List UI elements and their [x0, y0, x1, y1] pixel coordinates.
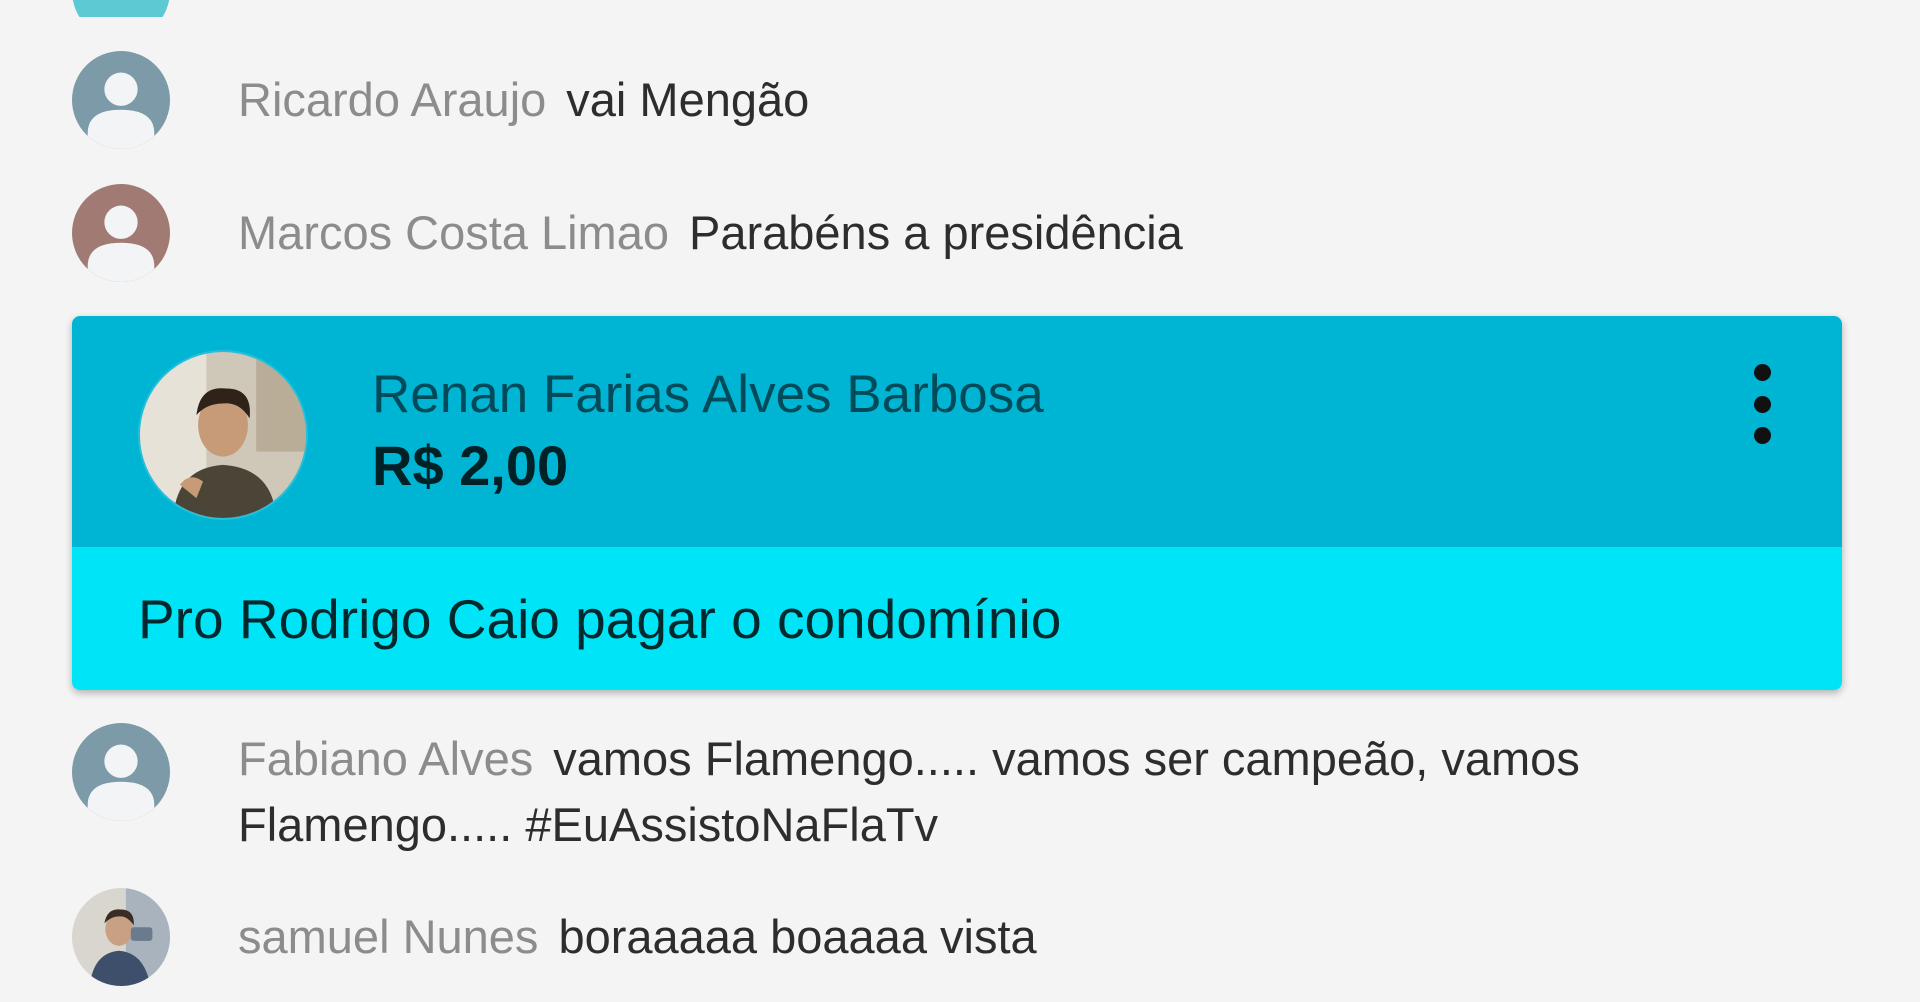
- menu-dot: [1753, 395, 1771, 413]
- super-chat-body: Pro Rodrigo Caio pagar o condomínio: [72, 547, 1842, 690]
- user-photo-avatar[interactable]: [138, 350, 308, 520]
- super-chat-header: Renan Farias Alves Barbosa R$ 2,00: [72, 316, 1842, 547]
- author-name[interactable]: Ricardo Araujo: [238, 73, 546, 126]
- default-avatar-icon: [72, 0, 170, 17]
- default-avatar-icon[interactable]: [72, 184, 170, 282]
- message-content: Ricardo Araujo vai Mengão: [238, 51, 1798, 133]
- default-avatar-icon[interactable]: [72, 723, 170, 821]
- chat-message: Marcos Costa Limao Parabéns a presidência: [72, 184, 1798, 282]
- super-chat-message: Pro Rodrigo Caio pagar o condomínio: [138, 588, 1062, 650]
- author-name[interactable]: samuel Nunes: [238, 910, 538, 963]
- live-chat: Ricardo Araujo vai Mengão Marcos Costa Li…: [0, 0, 1920, 1002]
- message-content: samuel Nunes boraaaaa boaaaa vista: [238, 888, 1798, 970]
- message-text: boraaaaa boaaaa vista: [558, 910, 1037, 963]
- chat-message: Fabiano Alves vamos Flamengo..... vamos s…: [72, 723, 1798, 858]
- super-chat-author[interactable]: Renan Farias Alves Barbosa: [372, 360, 1044, 430]
- chat-message: Ricardo Araujo vai Mengão: [72, 51, 1798, 149]
- message-content: Fabiano Alves vamos Flamengo..... vamos s…: [238, 723, 1798, 858]
- author-name[interactable]: Marcos Costa Limao: [238, 206, 669, 259]
- super-chat-amount: R$ 2,00: [372, 434, 569, 497]
- author-name[interactable]: Fabiano Alves: [238, 732, 533, 785]
- super-chat-card: Renan Farias Alves Barbosa R$ 2,00 Pro R…: [72, 316, 1842, 690]
- menu-dot: [1753, 364, 1771, 381]
- message-content: Marcos Costa Limao Parabéns a presidência: [238, 184, 1798, 266]
- partial-avatar: [72, 0, 170, 17]
- chat-message: samuel Nunes boraaaaa boaaaa vista: [72, 888, 1798, 986]
- menu-dot: [1753, 427, 1771, 444]
- message-text: Parabéns a presidência: [689, 206, 1183, 259]
- user-photo-avatar[interactable]: [72, 888, 170, 986]
- message-text: vai Mengão: [566, 73, 810, 126]
- more-vertical-icon[interactable]: [1742, 364, 1782, 444]
- default-avatar-icon[interactable]: [72, 51, 170, 149]
